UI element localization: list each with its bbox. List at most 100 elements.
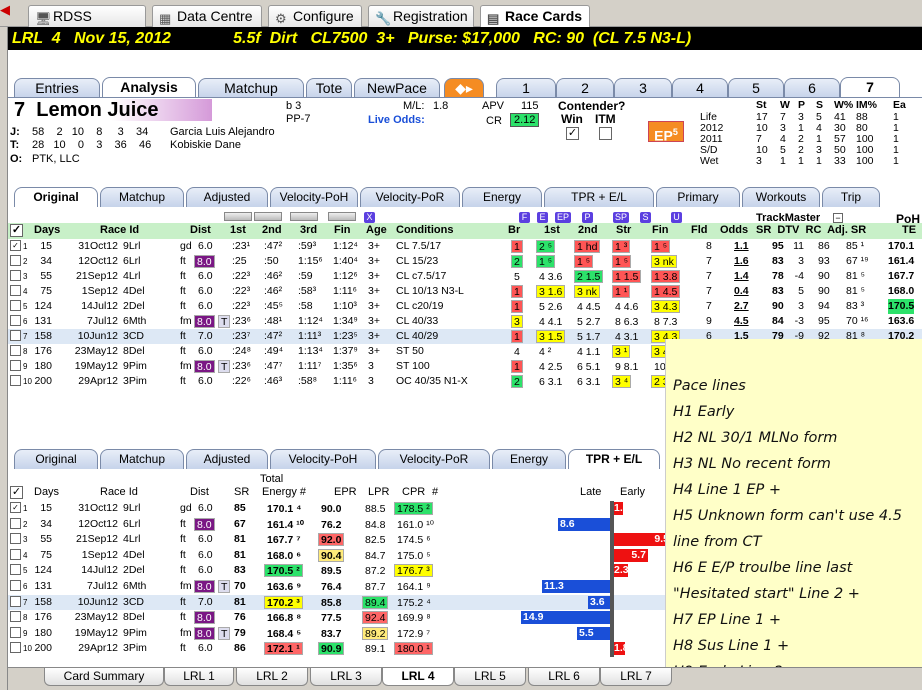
filter-s-button[interactable]: S xyxy=(640,212,651,223)
itm-checkbox[interactable] xyxy=(599,127,612,140)
table-row[interactable]: 3 55 21Sep12 4Lrl ft 6.0:22³:46²:59 1:12⁶ 3+ CL … xyxy=(8,269,922,284)
row-checkbox[interactable] xyxy=(10,642,21,654)
row-checkbox[interactable] xyxy=(10,595,21,607)
subtab-trip[interactable]: Trip xyxy=(822,187,880,207)
final-time: 1:34⁹ xyxy=(333,315,358,327)
tab-horse-7[interactable]: 7 xyxy=(840,77,900,99)
filter-sp-button[interactable]: SP xyxy=(613,212,629,223)
row-checkbox[interactable] xyxy=(10,300,21,311)
column-toggle-button[interactable] xyxy=(254,212,282,221)
row-checkbox[interactable]: ✓ xyxy=(10,502,21,513)
filter-p-button[interactable]: P xyxy=(582,212,593,223)
filter-e-button[interactable]: E xyxy=(537,212,548,223)
wrench-icon: 🔧 xyxy=(375,11,392,26)
column-toggle-button[interactable] xyxy=(290,212,318,221)
tab-configure[interactable]: ⚙ Configure xyxy=(268,5,362,27)
tab-card-summary[interactable]: Card Summary xyxy=(44,668,164,686)
subtab-energy[interactable]: Energy xyxy=(492,449,566,469)
tab-rdss-desktop[interactable]: 🖥RDSS Desktop xyxy=(28,5,146,44)
speed-rating: 78 xyxy=(772,270,784,282)
tab-horse-6[interactable]: 6 xyxy=(784,78,840,98)
tab-lrl-5[interactable]: LRL 5 xyxy=(454,668,526,686)
subtab-velocity-poh[interactable]: Velocity-PoH xyxy=(270,449,376,469)
row-checkbox[interactable]: ✓ xyxy=(10,240,21,251)
row-checkbox[interactable] xyxy=(10,270,21,281)
row-checkbox[interactable] xyxy=(10,360,21,371)
win-checkbox[interactable]: ✓ xyxy=(566,127,579,140)
tab-newpace[interactable]: NewPace xyxy=(354,78,440,98)
tab-horse-5[interactable]: 5 xyxy=(728,78,784,98)
speed-rating: 83 xyxy=(234,564,246,577)
race-date: 7Jul12 xyxy=(87,315,118,327)
subtab-velocity-poh[interactable]: Velocity-PoH xyxy=(270,187,358,207)
select-all-checkbox[interactable]: ✓ xyxy=(10,486,23,499)
tab-lrl-2[interactable]: LRL 2 xyxy=(236,668,308,686)
subtab-adjusted[interactable]: Adjusted xyxy=(186,449,268,469)
x-filter-button[interactable]: X xyxy=(364,212,375,223)
tab-tote[interactable]: Tote xyxy=(306,78,352,98)
filter-u-button[interactable]: U xyxy=(671,212,682,223)
subtab-tpr-e-l[interactable]: TPR + E/L xyxy=(568,449,660,469)
select-all-checkbox[interactable]: ✓ xyxy=(10,224,23,237)
row-checkbox[interactable] xyxy=(10,580,21,591)
collapse-icon[interactable]: − xyxy=(833,213,843,223)
tab-entries[interactable]: Entries xyxy=(14,78,100,98)
column-toggle-button[interactable] xyxy=(328,212,356,221)
table-row[interactable]: 6 131 7Jul12 6Mth fm 8.0 T:23⁶:48¹ 1:12⁴ 1:34⁹ 3+… xyxy=(8,314,922,329)
tab-lrl-3[interactable]: LRL 3 xyxy=(310,668,382,686)
subtab-adjusted[interactable]: Adjusted xyxy=(186,187,268,207)
row-checkbox[interactable] xyxy=(10,564,21,576)
race-track: 3CD xyxy=(123,330,145,342)
tab-matchup[interactable]: Matchup xyxy=(198,78,304,98)
tab-registration[interactable]: 🔧 Registration xyxy=(368,5,474,27)
row-checkbox[interactable] xyxy=(10,285,21,296)
tab-lrl-6[interactable]: LRL 6 xyxy=(528,668,600,686)
tab-lrl-1[interactable]: LRL 1 xyxy=(164,668,234,686)
filter-f-button[interactable]: F xyxy=(519,212,530,223)
diamond-tool-icon[interactable]: ◆▸ xyxy=(444,78,484,98)
tab-horse-2[interactable]: 2 xyxy=(556,78,614,98)
subtab-energy[interactable]: Energy xyxy=(462,187,542,207)
subtab-original[interactable]: Original xyxy=(14,449,98,469)
column-toggle-button[interactable] xyxy=(224,212,252,221)
table-row[interactable]: 2 34 12Oct12 6Lrl ft 8.0:25:50 1:15⁶ 1:40⁴ 3+ CL … xyxy=(8,254,922,269)
age: 3+ xyxy=(368,315,380,327)
row-checkbox[interactable] xyxy=(10,626,21,638)
subtab-matchup[interactable]: Matchup xyxy=(100,187,184,207)
table-row[interactable]: 5 124 14Jul12 2Del ft 6.0:22³:45⁵:58 1:10³ 3+ CL… xyxy=(8,299,922,314)
row-checkbox[interactable] xyxy=(10,533,21,545)
table-row[interactable]: 4 75 1Sep12 4Del ft 6.0:22³:46²:58³ 1:11⁶ 3+ CL … xyxy=(8,284,922,299)
sticky-note[interactable]: Pace lines H1 Early H2 NL 30/1 MLNo form H3… xyxy=(665,339,922,690)
split-3rd: :59 xyxy=(298,270,313,282)
row-checkbox[interactable] xyxy=(10,345,21,356)
subtab-velocity-por[interactable]: Velocity-PoR xyxy=(360,187,460,207)
subtab-velocity-por[interactable]: Velocity-PoR xyxy=(378,449,490,469)
tab-analysis[interactable]: Analysis xyxy=(102,77,196,99)
speed-rating: 84 xyxy=(772,315,784,327)
subtab-tpr-e-l[interactable]: TPR + E/L xyxy=(544,187,654,207)
cpr: 175.0 ⁵ xyxy=(397,549,431,562)
filter-ep-button[interactable]: EP xyxy=(555,212,571,223)
tab-horse-4[interactable]: 4 xyxy=(672,78,728,98)
subtab-original[interactable]: Original xyxy=(14,187,98,207)
row-checkbox[interactable] xyxy=(10,517,21,529)
row-checkbox[interactable] xyxy=(10,330,21,341)
row-checkbox[interactable] xyxy=(10,315,21,326)
row-checkbox[interactable] xyxy=(10,611,21,623)
row-checkbox[interactable] xyxy=(10,548,21,560)
tab-data-centre[interactable]: ▦ Data Centre xyxy=(152,5,262,27)
row-checkbox[interactable] xyxy=(10,375,21,386)
speed-rating: 90 xyxy=(772,300,784,312)
tab-race-cards[interactable]: ▤ Race Cards xyxy=(480,5,590,28)
tab-horse-3[interactable]: 3 xyxy=(614,78,672,98)
tab-lrl-4[interactable]: LRL 4 xyxy=(382,668,454,686)
table-row[interactable]: ✓ 1 15 31Oct12 9Lrl gd 6.0:23¹:47²:59³ 1:12⁴ 3+ C… xyxy=(8,239,922,254)
row-checkbox[interactable] xyxy=(10,255,21,266)
tab-lrl-7[interactable]: LRL 7 xyxy=(600,668,672,686)
tab-horse-1[interactable]: 1 xyxy=(496,78,556,98)
race-date: 7Jul12 xyxy=(87,580,118,592)
subtab-matchup[interactable]: Matchup xyxy=(100,449,184,469)
back-arrow-icon[interactable]: ◀ xyxy=(0,2,10,18)
subtab-workouts[interactable]: Workouts xyxy=(742,187,820,207)
subtab-primary[interactable]: Primary xyxy=(656,187,740,207)
